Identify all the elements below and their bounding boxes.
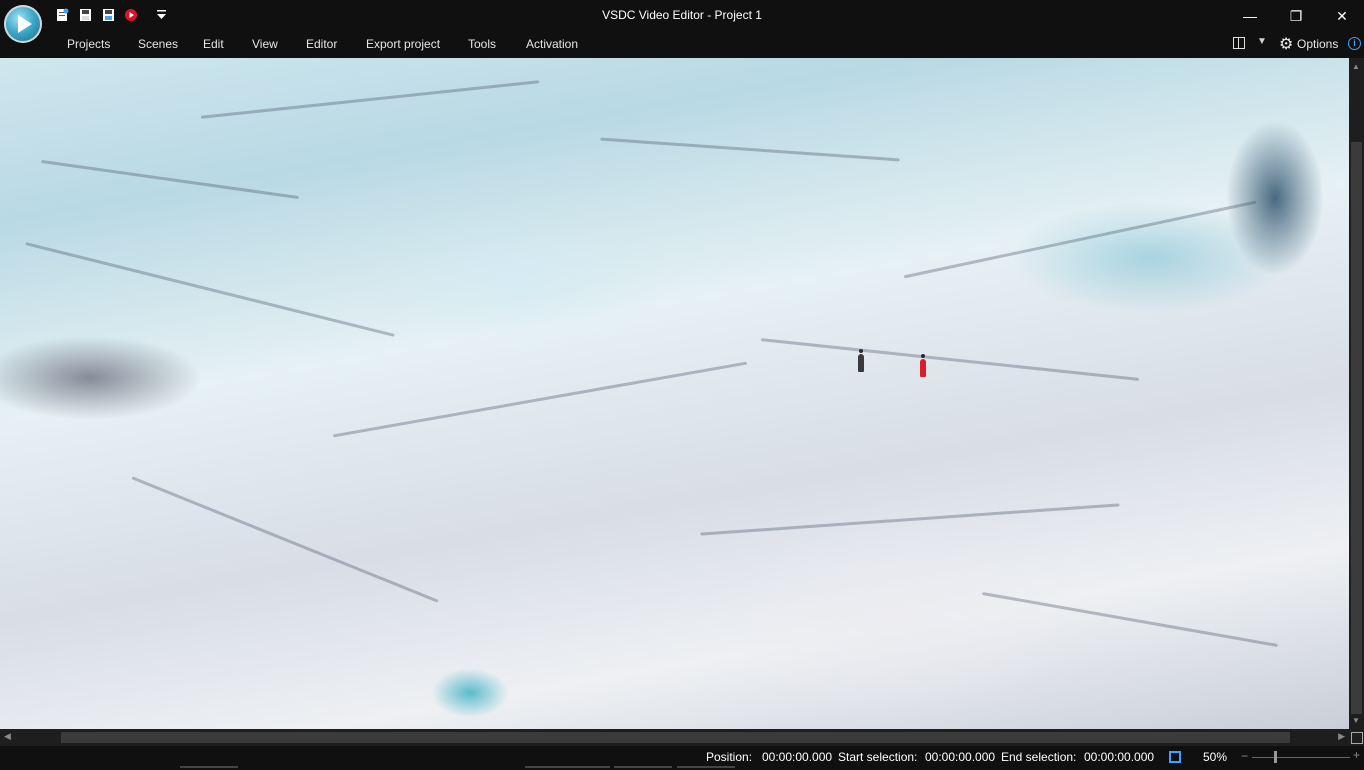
vertical-scrollbar[interactable]: ▲ ▼	[1349, 58, 1364, 729]
zoom-slider[interactable]	[1252, 757, 1350, 758]
zoom-level: 50%	[1203, 750, 1228, 764]
app-logo-icon[interactable]	[4, 5, 42, 43]
end-selection-value: 00:00:00.000	[1084, 750, 1155, 764]
new-project-icon[interactable]	[56, 8, 69, 22]
close-button[interactable]: ✕	[1327, 6, 1357, 26]
fullscreen-icon	[1351, 732, 1363, 744]
gear-icon[interactable]: ⚙	[1279, 34, 1293, 54]
chevron-down-icon[interactable]: ▼	[1257, 36, 1267, 47]
menu-activation[interactable]: Activation	[526, 37, 578, 51]
zoom-slider-handle[interactable]	[1274, 751, 1277, 763]
layout-icon[interactable]	[1233, 37, 1245, 49]
tab-indicator	[180, 766, 238, 768]
record-icon[interactable]	[124, 8, 138, 22]
scroll-left-icon[interactable]: ◀	[4, 731, 11, 742]
minimize-button[interactable]: —	[1235, 6, 1265, 26]
menu-export-project[interactable]: Export project	[366, 37, 440, 51]
save-icon[interactable]	[79, 8, 92, 22]
horizontal-scroll-thumb[interactable]	[61, 732, 1290, 743]
hiker-figure	[858, 349, 864, 372]
position-value: 00:00:00.000	[762, 750, 833, 764]
tab-indicator	[614, 766, 672, 768]
title-bar: VSDC Video Editor - Project 1 — ❐ ✕ Proj…	[0, 0, 1364, 58]
window-title: VSDC Video Editor - Project 1	[602, 8, 762, 22]
fit-to-window-icon[interactable]	[1169, 751, 1181, 763]
start-selection-label: Start selection:	[838, 750, 918, 764]
menu-view[interactable]: View	[252, 37, 278, 51]
scroll-up-icon[interactable]: ▲	[1352, 62, 1360, 71]
scroll-down-icon[interactable]: ▼	[1352, 716, 1360, 725]
restore-button[interactable]: ❐	[1281, 6, 1311, 26]
start-selection-value: 00:00:00.000	[925, 750, 996, 764]
tab-indicator	[525, 766, 610, 768]
hiker-figure	[920, 354, 926, 377]
options-button[interactable]: Options	[1297, 37, 1338, 51]
menu-edit[interactable]: Edit	[203, 37, 224, 51]
menu-tools[interactable]: Tools	[468, 37, 496, 51]
customize-dropdown-icon[interactable]	[156, 8, 167, 22]
info-icon[interactable]: i	[1348, 37, 1361, 50]
scroll-right-icon[interactable]: ▶	[1338, 731, 1345, 742]
end-selection-label: End selection:	[1001, 750, 1077, 764]
menu-editor[interactable]: Editor	[306, 37, 337, 51]
video-preview[interactable]	[0, 58, 1349, 729]
fullscreen-toggle[interactable]	[1349, 729, 1364, 746]
menu-projects[interactable]: Projects	[67, 37, 110, 51]
menu-scenes[interactable]: Scenes	[138, 37, 178, 51]
tab-indicator	[677, 766, 735, 768]
horizontal-scrollbar[interactable]: ◀ ▶	[0, 729, 1349, 746]
save-as-icon[interactable]	[102, 8, 115, 22]
vertical-scroll-thumb[interactable]	[1351, 142, 1362, 714]
zoom-out-button[interactable]: −	[1241, 749, 1248, 763]
zoom-in-button[interactable]: +	[1353, 748, 1360, 762]
position-label: Position:	[706, 750, 753, 764]
